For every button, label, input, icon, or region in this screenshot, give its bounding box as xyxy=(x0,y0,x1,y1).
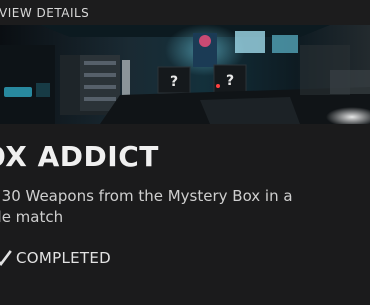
description-line-1: y 30 Weapons from the Mystery Box in a xyxy=(0,187,293,205)
svg-text:?: ? xyxy=(170,74,178,90)
completion-status: COMPLETED xyxy=(0,249,111,267)
description-line-2: gle match xyxy=(0,208,64,226)
view-details-header[interactable]: VIEW DETAILS xyxy=(0,0,370,25)
svg-text:?: ? xyxy=(226,73,234,89)
view-details-label: VIEW DETAILS xyxy=(0,5,90,20)
achievement-title: OX ADDICT xyxy=(0,140,159,173)
mystery-box-banner-image: ? ? xyxy=(0,25,370,124)
checkmark-icon xyxy=(0,250,12,266)
achievement-description: y 30 Weapons from the Mystery Box in a g… xyxy=(0,186,363,228)
completed-label: COMPLETED xyxy=(16,249,111,267)
